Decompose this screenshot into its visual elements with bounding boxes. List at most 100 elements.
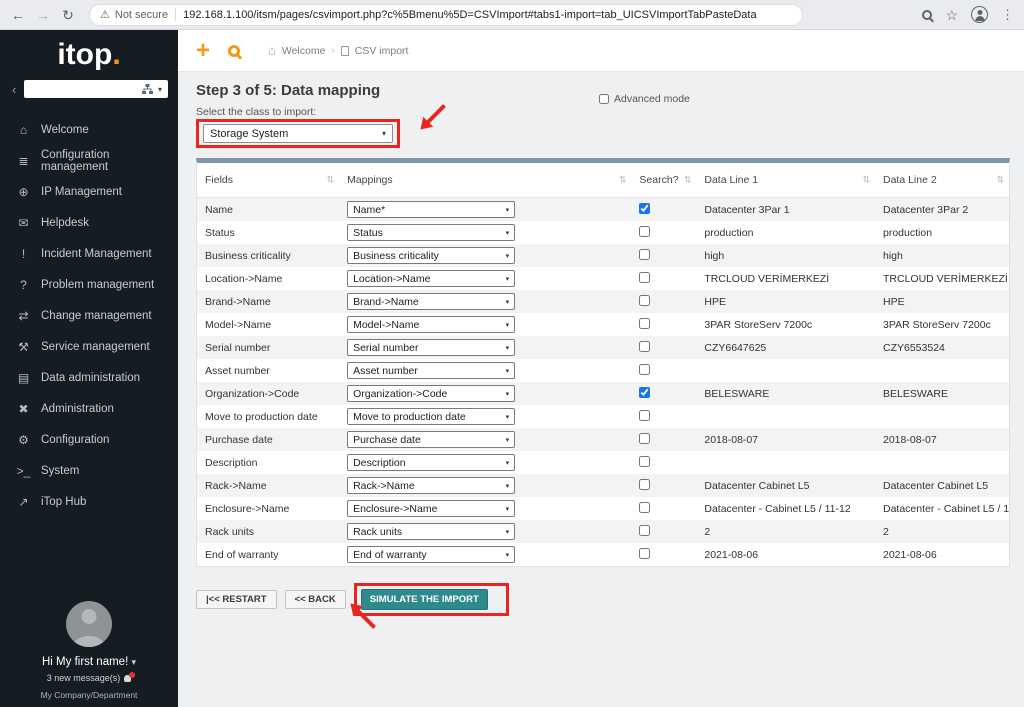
mapping-select[interactable]: Status ▾ [347,224,516,241]
field-name-cell: Rack units [205,525,255,538]
chip-divider [175,8,177,21]
menu-item-icon: ⌂ [19,122,28,137]
sort-icon[interactable]: ⇅ [862,175,870,186]
table-row: Asset number Asset number ▾ [197,359,1009,382]
sidebar-menu-item[interactable]: ⌂ Welcome [0,114,178,145]
forward-icon[interactable]: → [35,8,51,22]
back-icon[interactable]: ← [10,8,26,22]
mapping-select[interactable]: Business criticality ▾ [347,247,516,264]
data-line-1-cell: HPE [704,295,726,308]
sidebar-collapse-icon[interactable]: ‹ [12,82,16,97]
data-line-2-cell: TRCLOUD VERİMERKEZİ [883,272,1008,285]
sidebar-menu-item[interactable]: ⚙ Configuration [0,424,178,455]
mapping-select[interactable]: Purchase date ▾ [347,431,516,448]
data-line-1-cell [696,405,875,428]
mapping-select[interactable]: Serial number ▾ [347,339,516,356]
breadcrumb-welcome[interactable]: Welcome [282,45,326,57]
organization-selector[interactable]: ▾ [24,80,168,98]
sort-icon[interactable]: ⇅ [684,175,692,186]
search-checkbox[interactable] [639,524,651,536]
data-line-1-cell: Datacenter - Cabinet L5 / 11-12 [704,502,851,515]
search-checkbox[interactable] [639,248,651,260]
chevron-down-icon: ▾ [505,551,510,559]
sidebar-menu-item[interactable]: ? Problem management [0,269,178,300]
mapping-select[interactable]: Enclosure->Name ▾ [347,500,516,517]
mapping-select[interactable]: Rack->Name ▾ [347,477,516,494]
sort-icon[interactable]: ⇅ [619,175,627,186]
search-checkbox[interactable] [639,409,651,421]
refresh-icon[interactable]: ↻ [60,8,76,22]
sort-icon[interactable]: ⇅ [327,175,335,186]
table-row: Model->Name Model->Name ▾ 3PAR StoreServ… [197,313,1009,336]
menu-item-label: Administration [41,402,114,415]
user-avatar[interactable] [66,601,112,647]
browser-menu-icon[interactable]: ⋮ [1001,7,1014,23]
search-checkbox[interactable] [639,317,651,329]
field-name-cell: Description [205,456,258,469]
bookmark-star-icon[interactable]: ☆ [945,8,958,22]
user-organization: My Company/Department [40,690,138,700]
sidebar-menu-item[interactable]: ↗ iTop Hub [0,486,178,517]
profile-avatar-icon[interactable] [971,6,988,23]
search-checkbox[interactable] [639,202,651,214]
class-select-value: Storage System [210,127,289,140]
sidebar-menu-item[interactable]: >_ System [0,455,178,486]
mapping-select[interactable]: Location->Name ▾ [347,270,516,287]
user-greeting[interactable]: Hi My first name! ▾ [0,656,178,668]
table-row: Rack units Rack units ▾ 2 2 [197,520,1009,543]
sidebar-menu-item[interactable]: ≣ Configuration management [0,145,178,176]
mapping-select-value: Name* [353,203,386,216]
search-icon[interactable] [228,44,241,57]
sidebar-menu-item[interactable]: ✖ Administration [0,393,178,424]
sidebar-menu-item[interactable]: ⇄ Change management [0,300,178,331]
data-line-1-cell: 3PAR StoreServ 7200c [704,318,813,331]
search-checkbox[interactable] [639,386,651,398]
advanced-mode-checkbox[interactable] [599,94,609,104]
messages-notice[interactable]: 3 new message(s) [47,672,136,683]
search-checkbox[interactable] [639,225,651,237]
chevron-down-icon: ▾ [505,482,510,490]
search-checkbox[interactable] [639,294,651,306]
sidebar-menu-item[interactable]: ! Incident Management [0,238,178,269]
wizard-buttons: |<< RESTART << BACK SIMULATE THE IMPORT [196,583,1010,640]
zoom-icon[interactable] [922,9,933,20]
itop-logo[interactable]: itop. [0,30,178,74]
search-checkbox[interactable] [639,501,651,513]
search-checkbox[interactable] [639,547,651,559]
sidebar-user-area: Hi My first name! ▾ 3 new message(s) My … [0,601,178,700]
back-button[interactable]: << BACK [284,590,346,609]
sidebar-menu-item[interactable]: ⊕ IP Management [0,176,178,207]
new-object-icon[interactable]: + [196,38,210,63]
search-checkbox[interactable] [639,271,651,283]
mapping-select[interactable]: Brand->Name ▾ [347,293,516,310]
search-checkbox[interactable] [639,478,651,490]
annotation-box-simulate: SIMULATE THE IMPORT [353,583,509,616]
mapping-select[interactable]: End of warranty ▾ [347,546,516,563]
mapping-select[interactable]: Name* ▾ [347,201,516,218]
sidebar-menu-item[interactable]: ⚒ Service management [0,331,178,362]
sidebar-menu-item[interactable]: ✉ Helpdesk [0,207,178,238]
sort-icon[interactable]: ⇅ [996,175,1004,186]
mapping-select[interactable]: Rack units ▾ [347,523,516,540]
menu-item-icon: ≣ [18,153,29,168]
security-chip[interactable]: ⚠ Not secure [100,8,168,22]
class-select[interactable]: Storage System ▾ [203,124,393,143]
search-checkbox[interactable] [639,432,651,444]
mapping-select[interactable]: Asset number ▾ [347,362,516,379]
restart-button[interactable]: |<< RESTART [196,590,277,609]
chevron-down-icon: ▾ [505,252,510,260]
search-checkbox[interactable] [639,363,651,375]
breadcrumb-csv-import[interactable]: CSV import [355,45,409,57]
table-row: Rack->Name Rack->Name ▾ Datacenter Cabin… [197,474,1009,497]
search-checkbox[interactable] [639,340,651,352]
mapping-select[interactable]: Organization->Code ▾ [347,385,516,402]
mapping-select[interactable]: Move to production date ▾ [347,408,516,425]
address-bar[interactable]: ⚠ Not secure 192.168.1.100/itsm/pages/cs… [89,3,803,26]
mapping-select[interactable]: Model->Name ▾ [347,316,516,333]
sidebar-menu-item[interactable]: ▤ Data administration [0,362,178,393]
data-line-2-cell: BELESWARE [883,387,948,400]
search-checkbox[interactable] [639,455,651,467]
mapping-select[interactable]: Description ▾ [347,454,516,471]
data-line-2-cell: 2021-08-06 [883,548,937,561]
simulate-import-button[interactable]: SIMULATE THE IMPORT [360,589,488,610]
